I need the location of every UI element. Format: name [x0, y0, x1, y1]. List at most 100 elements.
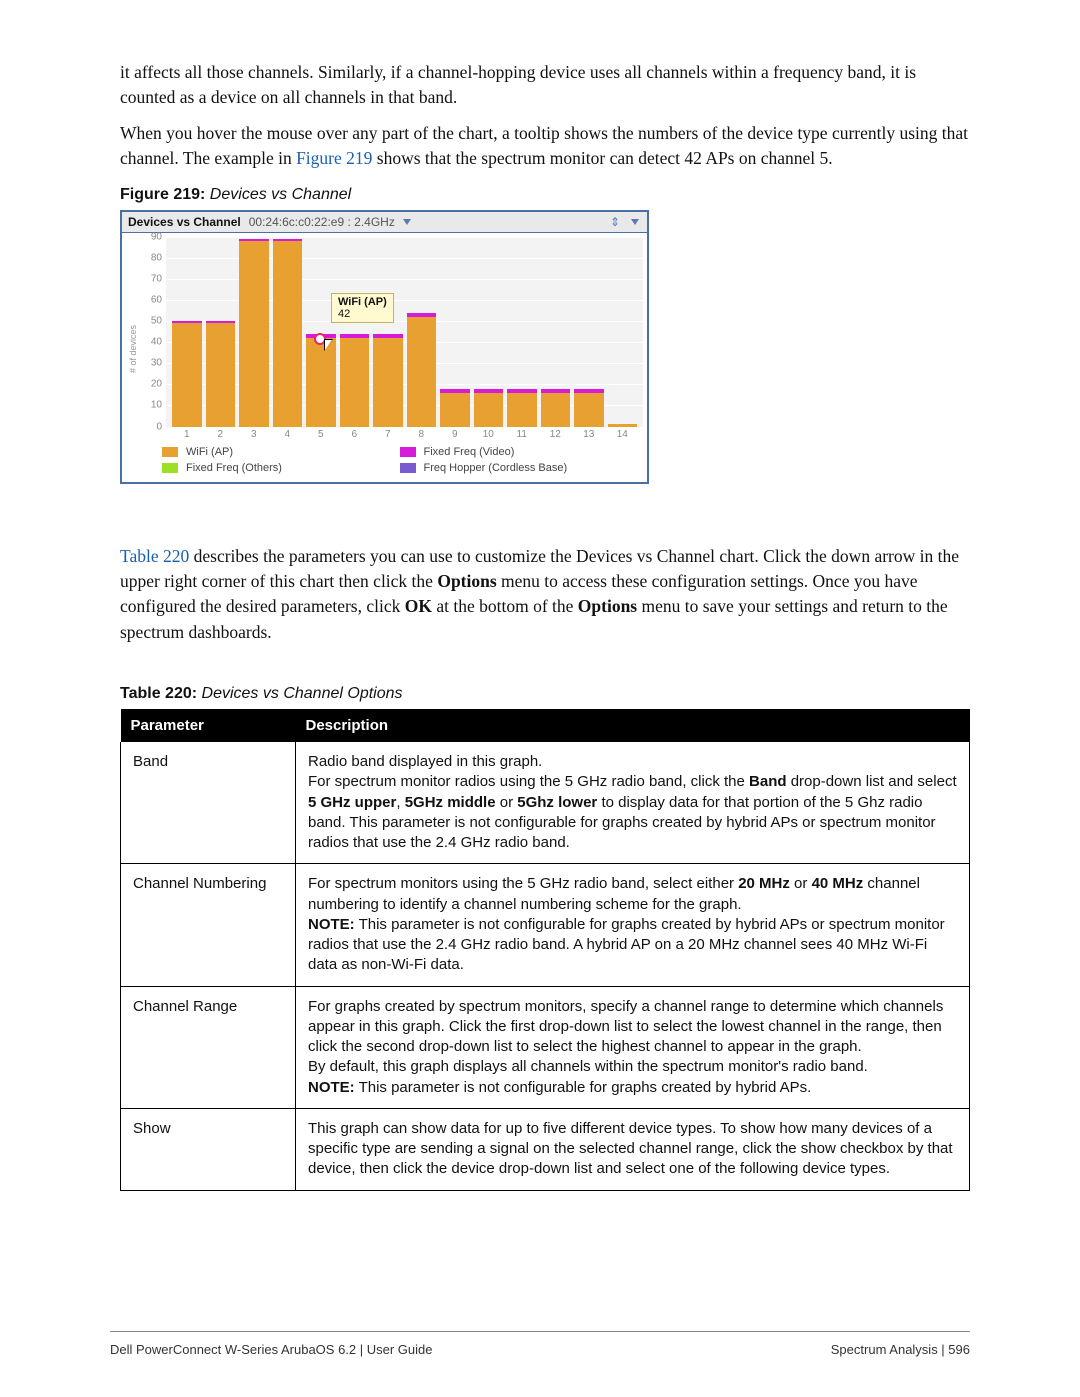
y-tick-label: 90: [138, 231, 162, 242]
bar-channel-7[interactable]: [371, 334, 405, 427]
desc-bold: 40 MHz: [812, 875, 864, 892]
y-tick-label: 40: [138, 337, 162, 348]
x-tick-label: 1: [170, 427, 204, 440]
desc-bold: 5 GHz upper: [308, 794, 396, 811]
param-cell: Channel Numbering: [121, 864, 296, 986]
table-header-description: Description: [296, 709, 970, 742]
legend-fixed-freq-video: Fixed Freq (Video): [400, 446, 638, 458]
table-header-row: Parameter Description: [121, 709, 970, 742]
chart-title: Devices vs Channel: [128, 215, 241, 229]
x-tick-label: 4: [271, 427, 305, 440]
desc-text: or: [790, 875, 812, 892]
param-cell: Channel Range: [121, 986, 296, 1108]
desc-text: This parameter is not configurable for g…: [355, 1079, 812, 1096]
options-bold-1: Options: [437, 571, 496, 591]
desc-cell: This graph can show data for up to five …: [296, 1108, 970, 1190]
chart-mac-label: 00:24:6c:c0:22:e9 : 2.4GHz: [249, 215, 395, 229]
y-tick-label: 70: [138, 273, 162, 284]
bar-channel-9[interactable]: [438, 389, 472, 427]
x-tick-label: 3: [237, 427, 271, 440]
bar-channel-3[interactable]: [237, 239, 271, 427]
x-tick-label: 10: [472, 427, 506, 440]
table-caption-title: Devices vs Channel Options: [197, 685, 402, 702]
mid-text-d: at the bottom of the: [432, 596, 578, 616]
swatch-icon: [162, 447, 178, 457]
figure-caption-label: Figure 219:: [120, 186, 205, 203]
table-row: Show This graph can show data for up to …: [121, 1108, 970, 1190]
desc-bold: 20 MHz: [738, 875, 790, 892]
mouse-cursor-icon: [322, 337, 336, 357]
x-tick-label: 14: [606, 427, 640, 440]
chart-menu-icon[interactable]: [629, 215, 641, 229]
bar-channel-10[interactable]: [472, 389, 506, 427]
table-220-link[interactable]: Table 220: [120, 546, 189, 566]
bar-channel-8[interactable]: [405, 313, 439, 427]
intro-paragraph-1: it affects all those channels. Similarly…: [120, 60, 970, 111]
y-axis-label: # of devices: [126, 237, 138, 440]
param-cell: Show: [121, 1108, 296, 1190]
table-row: Band Radio band displayed in this graph.…: [121, 742, 970, 864]
intro-paragraph-2: When you hover the mouse over any part o…: [120, 121, 970, 172]
y-tick-label: 0: [138, 421, 162, 432]
legend-fixed-freq-others: Fixed Freq (Others): [162, 462, 400, 474]
desc-text: drop-down list and select: [787, 773, 957, 790]
desc-text: ,: [396, 794, 404, 811]
options-table: Parameter Description Band Radio band di…: [120, 709, 970, 1191]
desc-bold: Band: [749, 773, 787, 790]
desc-bold: NOTE:: [308, 1079, 355, 1096]
chart-plot-area[interactable]: WiFi (AP) 42: [166, 237, 643, 427]
mid-paragraph: Table 220 describes the parameters you c…: [120, 544, 970, 646]
legend-freq-hopper: Freq Hopper (Cordless Base): [400, 462, 638, 474]
bar-channel-11[interactable]: [505, 389, 539, 427]
band-dropdown-icon[interactable]: [403, 219, 411, 225]
figure-219-link[interactable]: Figure 219: [296, 148, 372, 168]
figure-caption: Figure 219: Devices vs Channel: [120, 186, 970, 204]
x-tick-label: 11: [505, 427, 539, 440]
x-tick-label: 5: [304, 427, 338, 440]
x-tick-label: 8: [405, 427, 439, 440]
intro2-text-b: shows that the spectrum monitor can dete…: [377, 148, 833, 168]
chart-tooltip: WiFi (AP) 42: [331, 293, 394, 323]
desc-text: Radio band displayed in this graph. For …: [308, 753, 749, 790]
chart-legend: WiFi (AP) Fixed Freq (Video) Fixed Freq …: [122, 440, 647, 482]
y-tick-label: 10: [138, 400, 162, 411]
bar-channel-12[interactable]: [539, 389, 573, 427]
bar-channel-1[interactable]: [170, 321, 204, 427]
x-tick-label: 2: [204, 427, 238, 440]
footer-right: Spectrum Analysis | 596: [831, 1342, 970, 1357]
options-bold-2: Options: [578, 596, 637, 616]
desc-text: or: [496, 794, 518, 811]
bar-channel-4[interactable]: [271, 239, 305, 427]
table-header-parameter: Parameter: [121, 709, 296, 742]
legend-label: Freq Hopper (Cordless Base): [424, 462, 568, 474]
desc-text: For spectrum monitors using the 5 GHz ra…: [308, 875, 738, 892]
x-tick-label: 6: [338, 427, 372, 440]
y-tick-label: 60: [138, 294, 162, 305]
desc-cell: Radio band displayed in this graph. For …: [296, 742, 970, 864]
bar-channel-14[interactable]: [606, 424, 640, 426]
y-tick-label: 50: [138, 315, 162, 326]
x-tick-label: 13: [572, 427, 606, 440]
desc-cell: For graphs created by spectrum monitors,…: [296, 986, 970, 1108]
desc-text: This parameter is not configurable for g…: [308, 916, 945, 974]
desc-bold: 5Ghz lower: [517, 794, 597, 811]
y-tick-label: 30: [138, 358, 162, 369]
bar-channel-6[interactable]: [338, 334, 372, 427]
footer-left: Dell PowerConnect W-Series ArubaOS 6.2 |…: [110, 1342, 433, 1357]
legend-label: Fixed Freq (Others): [186, 462, 282, 474]
swatch-icon: [162, 463, 178, 473]
table-row: Channel Range For graphs created by spec…: [121, 986, 970, 1108]
tooltip-value: 42: [338, 308, 387, 320]
swatch-icon: [400, 463, 416, 473]
y-tick-label: 20: [138, 379, 162, 390]
y-tick-label: 80: [138, 252, 162, 263]
swatch-icon: [400, 447, 416, 457]
table-caption-label: Table 220:: [120, 685, 197, 702]
bar-channel-13[interactable]: [572, 389, 606, 427]
ok-bold: OK: [405, 596, 432, 616]
chart-resize-icon[interactable]: ⇕: [609, 215, 621, 229]
table-row: Channel Numbering For spectrum monitors …: [121, 864, 970, 986]
desc-bold: 5GHz middle: [405, 794, 496, 811]
bar-channel-2[interactable]: [204, 321, 238, 427]
desc-text: For graphs created by spectrum monitors,…: [308, 998, 943, 1076]
